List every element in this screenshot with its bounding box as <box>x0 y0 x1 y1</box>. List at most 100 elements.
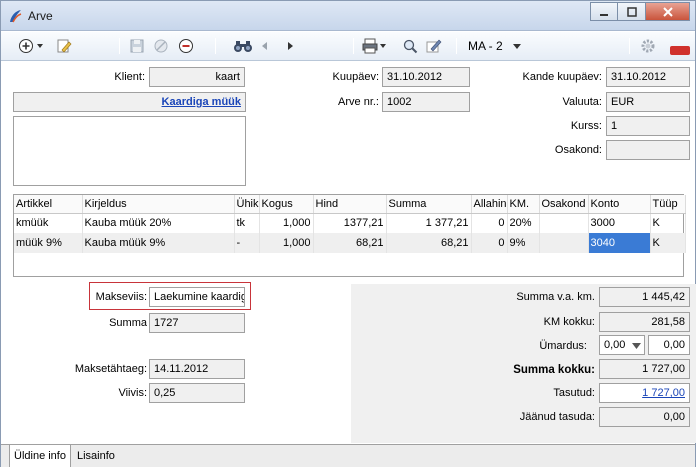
search-button[interactable] <box>232 37 254 55</box>
preview-button[interactable] <box>401 37 419 55</box>
col-kogus[interactable]: Kogus <box>259 195 314 214</box>
col-tuup[interactable]: Tüüp <box>650 195 686 214</box>
col-summa[interactable]: Summa <box>386 195 472 214</box>
jaanud-tasuda-field[interactable]: 0,00 <box>599 407 690 427</box>
summa-vaa-label: Summa v.a. km. <box>516 291 595 303</box>
osakond-field[interactable] <box>606 140 690 160</box>
arrow-right-icon <box>288 42 293 50</box>
cell-summa[interactable]: 1 377,21 <box>386 213 472 233</box>
tasutud-field[interactable]: 1 727,00 <box>599 383 690 403</box>
edit-button[interactable] <box>55 37 73 55</box>
chevron-down-icon <box>513 44 521 49</box>
dimension-selector[interactable]: MA - 2 <box>468 39 503 53</box>
minimize-icon <box>600 13 608 16</box>
maksetahtaeg-field[interactable]: 14.11.2012 <box>149 359 245 379</box>
cancel-button[interactable] <box>152 37 170 55</box>
next-button[interactable] <box>283 37 297 55</box>
dimension-dropdown[interactable] <box>511 37 523 55</box>
sign-button[interactable] <box>425 37 443 55</box>
cell-artikkel[interactable]: müük 9% <box>14 233 83 253</box>
summa-vaa-field[interactable]: 1 445,42 <box>599 287 690 307</box>
cell-kirjeldus[interactable]: Kauba müük 9% <box>82 233 235 253</box>
klient-label: Klient: <box>114 71 145 83</box>
customer-name-link[interactable]: Kaardiga müük <box>162 96 241 108</box>
cell-summa[interactable]: 68,21 <box>386 233 472 253</box>
printer-icon <box>362 38 386 54</box>
maximize-button[interactable] <box>618 2 646 21</box>
close-icon <box>662 6 673 17</box>
tab-lisainfo[interactable]: Lisainfo <box>73 445 119 467</box>
tab-bar: Üldine info Lisainfo <box>1 444 695 467</box>
col-hind[interactable]: Hind <box>313 195 387 214</box>
cell-konto-selected[interactable]: 3040 <box>588 233 651 253</box>
viivis-label: Viivis: <box>118 387 147 399</box>
cell-hind[interactable]: 68,21 <box>313 233 387 253</box>
tab-uldine-info[interactable]: Üldine info <box>9 445 71 467</box>
col-konto[interactable]: Konto <box>588 195 651 214</box>
summa-kokku-field[interactable]: 1 727,00 <box>599 359 690 379</box>
col-osakond[interactable]: Osakond <box>539 195 589 214</box>
customer-name-field[interactable]: Kaardiga müük <box>13 92 246 112</box>
cell-tuup[interactable]: K <box>650 213 686 233</box>
add-icon <box>19 39 43 53</box>
umardus-select[interactable]: 0,00 <box>599 335 645 355</box>
kuupaev-label: Kuupäev: <box>332 71 379 83</box>
cell-osakond[interactable] <box>539 233 589 253</box>
arrow-left-icon <box>262 42 267 50</box>
cell-uhik[interactable]: tk <box>234 213 260 233</box>
cell-kogus[interactable]: 1,000 <box>259 233 314 253</box>
cell-konto[interactable]: 3000 <box>588 213 651 233</box>
tasutud-link[interactable]: 1 727,00 <box>642 387 685 399</box>
viivis-field[interactable]: 0,25 <box>149 383 245 403</box>
umardus-label: Ümardus: <box>539 340 587 352</box>
kuupaev-field[interactable]: 31.10.2012 <box>382 67 470 87</box>
delete-button[interactable] <box>177 37 195 55</box>
toolbar: MA - 2 <box>1 32 695 61</box>
col-km[interactable]: KM. <box>507 195 540 214</box>
grid-header-row: Artikkel Kirjeldus Ühik Kogus Hind Summa… <box>14 195 686 214</box>
km-kokku-field[interactable]: 281,58 <box>599 312 690 332</box>
print-button[interactable] <box>362 37 388 55</box>
table-row[interactable]: müük 9% Kauba müük 9% - 1,000 68,21 68,2… <box>14 233 686 253</box>
cell-km[interactable]: 20% <box>507 213 540 233</box>
km-kokku-label: KM kokku: <box>543 316 595 328</box>
valuuta-field[interactable]: EUR <box>606 92 690 112</box>
cell-allahindlus[interactable]: 0 <box>471 233 508 253</box>
summa-field[interactable]: 1727 <box>149 313 245 333</box>
klient-field[interactable]: kaart <box>149 67 245 87</box>
makseviis-field[interactable]: Laekumine kaardiga <box>149 287 245 307</box>
table-row[interactable]: kmüük Kauba müük 20% tk 1,000 1377,21 1 … <box>14 213 686 233</box>
cell-kirjeldus[interactable]: Kauba müük 20% <box>82 213 235 233</box>
kurss-field[interactable]: 1 <box>606 116 690 136</box>
kurss-label: Kurss: <box>570 120 602 132</box>
arve-nr-field[interactable]: 1002 <box>382 92 470 112</box>
previous-button[interactable] <box>258 37 272 55</box>
cell-allahindlus[interactable]: 0 <box>471 213 508 233</box>
cell-km[interactable]: 9% <box>507 233 540 253</box>
close-button[interactable] <box>646 2 690 21</box>
magnifier-icon <box>403 39 418 54</box>
settings-button[interactable] <box>639 37 657 55</box>
col-kirjeldus[interactable]: Kirjeldus <box>82 195 235 214</box>
cell-hind[interactable]: 1377,21 <box>313 213 387 233</box>
cell-tuup[interactable]: K <box>650 233 686 253</box>
col-artikkel[interactable]: Artikkel <box>14 195 83 214</box>
cancel-icon <box>154 39 168 53</box>
kande-kuupaev-field[interactable]: 31.10.2012 <box>606 67 690 87</box>
col-uhik[interactable]: Ühik <box>234 195 260 214</box>
save-button[interactable] <box>128 37 146 55</box>
cell-osakond[interactable] <box>539 213 589 233</box>
minimize-button[interactable] <box>590 2 618 21</box>
kande-kuupaev-label: Kande kuupäev: <box>522 71 602 83</box>
cell-kogus[interactable]: 1,000 <box>259 213 314 233</box>
cell-uhik[interactable]: - <box>234 233 260 253</box>
invoice-window: Arve MA - 2 Klient: kaart Kaardiga müük … <box>0 0 696 467</box>
col-allahindlus[interactable]: Allahindlus <box>471 195 508 214</box>
add-button[interactable] <box>17 37 47 55</box>
cell-artikkel[interactable]: kmüük <box>14 213 83 233</box>
pen-icon <box>426 39 442 53</box>
youtube-button[interactable] <box>669 37 691 55</box>
invoice-lines-grid: Artikkel Kirjeldus Ühik Kogus Hind Summa… <box>13 194 686 277</box>
umardus-field[interactable]: 0,00 <box>648 335 690 355</box>
customer-address-field[interactable] <box>13 116 246 186</box>
